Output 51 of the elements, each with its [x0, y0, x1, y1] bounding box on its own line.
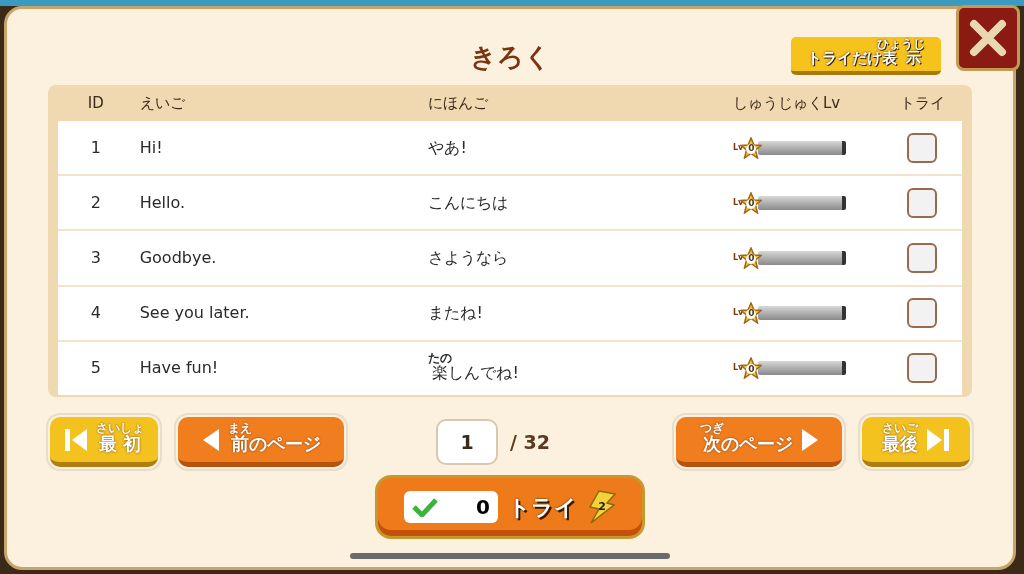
try-checkbox[interactable] [907, 353, 938, 384]
try-checkbox[interactable] [907, 132, 938, 163]
level-label: Lv [733, 141, 744, 154]
dialog-title: きろく [469, 40, 551, 74]
row-id: 3 [90, 247, 101, 269]
row-id: 1 [90, 136, 101, 159]
english-word: Goodbye. [139, 247, 217, 269]
column-header: ID [87, 92, 104, 114]
level-value: 0 [748, 197, 755, 211]
right-triangle-icon [800, 426, 819, 453]
column-header: トライ [899, 92, 945, 114]
row-id: 2 [90, 191, 101, 214]
japanese-word: さようなら [428, 247, 509, 269]
level-label: Lv [733, 252, 744, 264]
english-word: Hello. [139, 191, 185, 214]
japanese-word: やあ! [428, 136, 467, 159]
level-value: 0 [748, 307, 755, 321]
japanese-word: こんにちは [428, 191, 509, 214]
row-id: 4 [90, 302, 101, 325]
try-checkbox[interactable] [907, 187, 938, 218]
try-checkbox[interactable] [907, 298, 938, 329]
row-id: 5 [90, 357, 101, 380]
level-value: 0 [748, 362, 755, 376]
level-label: Lv [733, 196, 744, 209]
checkmark-icon [412, 497, 438, 517]
japanese-word: またね! [428, 302, 483, 325]
level-label: Lv [733, 362, 744, 375]
column-header: しゅうじゅくLv [733, 92, 841, 114]
english-word: Hi! [139, 136, 163, 159]
try-only-filter-button[interactable]: トライだけ表示 ひょうじ [791, 37, 941, 75]
level-value: 0 [748, 141, 755, 155]
level-value: 0 [748, 252, 755, 266]
level-label: Lv [733, 307, 744, 320]
try-button[interactable]: 0 トライ 2 [375, 475, 645, 539]
english-word: Have fun! [139, 357, 219, 380]
skip-forward-icon [926, 426, 950, 453]
page-number-field[interactable]: 1 [436, 419, 498, 465]
column-header: えいご [139, 92, 185, 114]
try-count: 0 [476, 494, 490, 521]
english-word: See you later. [139, 302, 250, 325]
close-icon [968, 18, 1008, 58]
energy-count: 2 [598, 498, 606, 515]
japanese-word: 楽 たの しんでね! [428, 351, 519, 384]
skip-back-icon [64, 426, 88, 453]
left-triangle-icon [201, 426, 220, 453]
lightning-icon [587, 490, 617, 524]
page-total: / 32 [510, 429, 550, 455]
try-checkbox[interactable] [907, 243, 938, 273]
try-label: トライ [508, 493, 577, 522]
column-header: にほんご [428, 92, 489, 114]
close-button[interactable] [956, 5, 1020, 71]
